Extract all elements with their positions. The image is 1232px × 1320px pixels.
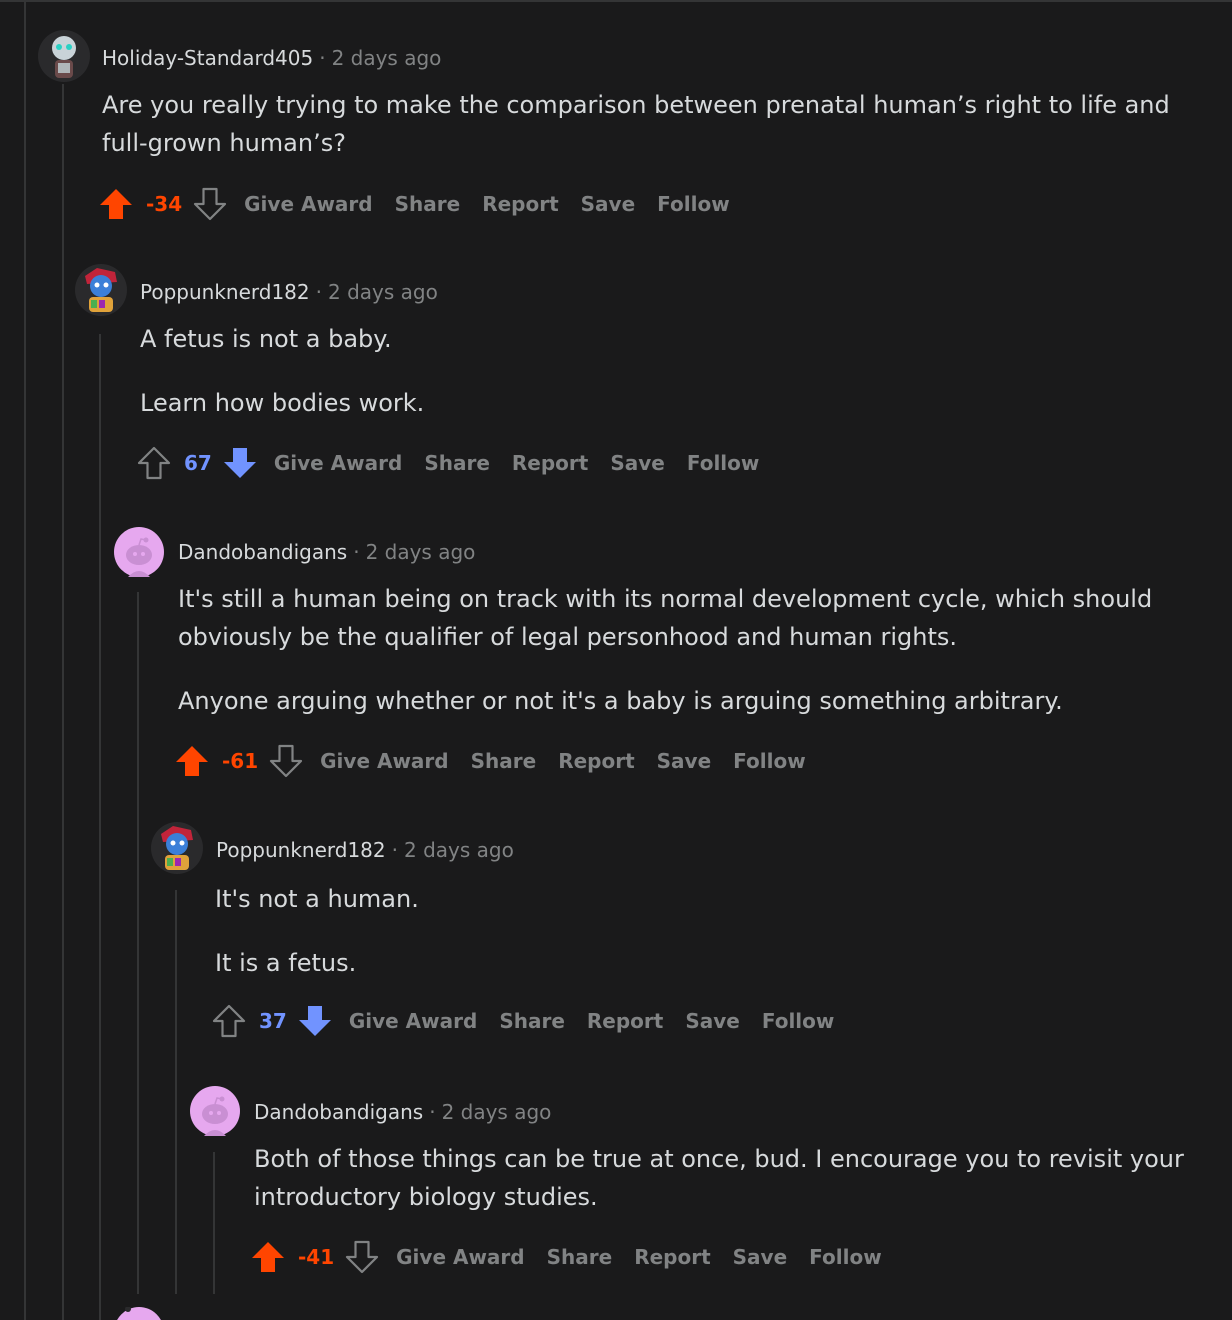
upvote-icon[interactable]: [98, 186, 134, 222]
comment-actions: 37 Give Award Share Report Save Follow: [211, 1001, 856, 1041]
give-award-button[interactable]: Give Award: [320, 749, 448, 773]
upvote-icon[interactable]: [250, 1239, 286, 1275]
downvote-icon[interactable]: [222, 445, 258, 481]
downvote-icon[interactable]: [297, 1003, 333, 1039]
save-button[interactable]: Save: [733, 1245, 788, 1269]
report-button[interactable]: Report: [634, 1245, 710, 1269]
username[interactable]: Dandobandigans: [178, 540, 347, 564]
give-award-button[interactable]: Give Award: [244, 192, 372, 216]
user-avatar[interactable]: [38, 20, 90, 82]
upvote-icon[interactable]: [211, 1003, 247, 1039]
follow-button[interactable]: Follow: [733, 749, 806, 773]
comment-body: It's still a human being on track with i…: [178, 580, 1178, 746]
upvote-icon[interactable]: [136, 445, 172, 481]
default-snoo-icon: [114, 527, 164, 577]
thread-line[interactable]: [137, 592, 139, 1294]
meta-separator: ·: [429, 1100, 436, 1124]
thread-line[interactable]: [62, 84, 64, 1320]
give-award-button[interactable]: Give Award: [274, 451, 402, 475]
thread-line[interactable]: [175, 890, 177, 1294]
meta-separator: ·: [353, 540, 360, 564]
meta-separator: ·: [391, 838, 398, 862]
user-avatar[interactable]: [75, 253, 127, 316]
comment-paragraph: Learn how bodies work.: [140, 389, 425, 417]
thread-line[interactable]: [24, 0, 26, 1320]
timestamp[interactable]: 2 days ago: [328, 280, 438, 304]
downvote-icon[interactable]: [192, 186, 228, 222]
meta-separator: ·: [319, 46, 326, 70]
comment-body: A fetus is not a baby. Learn how bodies …: [140, 320, 1180, 448]
comment-paragraph: It is a fetus.: [215, 949, 357, 977]
user-avatar[interactable]: [151, 822, 203, 874]
share-button[interactable]: Share: [395, 192, 461, 216]
username[interactable]: Holiday-Standard405: [102, 46, 313, 70]
snoo-avatar-icon: [38, 20, 90, 82]
timestamp[interactable]: 2 days ago: [404, 838, 514, 862]
share-button[interactable]: Share: [547, 1245, 613, 1269]
default-snoo-icon: [190, 1086, 240, 1136]
comment-paragraph: It's not a human.: [215, 885, 419, 913]
avatar-icon: [117, 1306, 161, 1320]
downvote-icon[interactable]: [268, 743, 304, 779]
comment-paragraph: Both of those things can be true at once…: [254, 1145, 1184, 1211]
give-award-button[interactable]: Give Award: [396, 1245, 524, 1269]
username[interactable]: Dandobandigans: [254, 1100, 423, 1124]
report-button[interactable]: Report: [558, 749, 634, 773]
share-button[interactable]: Share: [424, 451, 490, 475]
user-avatar[interactable]: [114, 527, 164, 577]
give-award-button[interactable]: Give Award: [349, 1009, 477, 1033]
follow-button[interactable]: Follow: [687, 451, 760, 475]
report-button[interactable]: Report: [587, 1009, 663, 1033]
follow-button[interactable]: Follow: [657, 192, 730, 216]
comment-paragraph: Anyone arguing whether or not it's a bab…: [178, 687, 1063, 715]
vote-score: 37: [259, 1009, 287, 1033]
comment-body: It's not a human. It is a fetus.: [215, 880, 1175, 1008]
thread-line[interactable]: [99, 334, 101, 1320]
comment-paragraph: A fetus is not a baby.: [140, 325, 392, 353]
comment-body: Both of those things can be true at once…: [254, 1140, 1194, 1242]
comment-actions: 67 Give Award Share Report Save Follow: [136, 443, 781, 483]
save-button[interactable]: Save: [581, 192, 636, 216]
vote-score: -61: [222, 749, 259, 773]
save-button[interactable]: Save: [657, 749, 712, 773]
upvote-icon[interactable]: [174, 743, 210, 779]
meta-separator: ·: [315, 280, 322, 304]
share-button[interactable]: Share: [471, 749, 537, 773]
comment-paragraph: Are you really trying to make the compar…: [102, 91, 1170, 157]
report-button[interactable]: Report: [482, 192, 558, 216]
next-comment-avatar[interactable]: [114, 1306, 164, 1320]
username[interactable]: Poppunknerd182: [140, 280, 310, 304]
save-button[interactable]: Save: [685, 1009, 740, 1033]
follow-button[interactable]: Follow: [762, 1009, 835, 1033]
vote-score: -41: [298, 1245, 335, 1269]
vote-score: -34: [146, 192, 183, 216]
comment-actions: -34 Give Award Share Report Save Follow: [98, 184, 752, 224]
share-button[interactable]: Share: [499, 1009, 565, 1033]
timestamp[interactable]: 2 days ago: [366, 540, 476, 564]
comment-actions: -41 Give Award Share Report Save Follow: [250, 1237, 904, 1277]
snoo-avatar-icon: [75, 253, 127, 316]
timestamp[interactable]: 2 days ago: [442, 1100, 552, 1124]
thread-line[interactable]: [213, 1152, 215, 1294]
timestamp[interactable]: 2 days ago: [332, 46, 442, 70]
downvote-icon[interactable]: [344, 1239, 380, 1275]
follow-button[interactable]: Follow: [809, 1245, 882, 1269]
comment-paragraph: It's still a human being on track with i…: [178, 585, 1153, 651]
user-avatar[interactable]: [190, 1086, 240, 1136]
save-button[interactable]: Save: [610, 451, 665, 475]
vote-score: 67: [184, 451, 212, 475]
username[interactable]: Poppunknerd182: [216, 838, 386, 862]
report-button[interactable]: Report: [512, 451, 588, 475]
snoo-avatar-icon: [151, 822, 203, 874]
comment-body: Are you really trying to make the compar…: [102, 86, 1182, 188]
top-divider: [0, 0, 1232, 2]
comment-actions: -61 Give Award Share Report Save Follow: [174, 741, 828, 781]
